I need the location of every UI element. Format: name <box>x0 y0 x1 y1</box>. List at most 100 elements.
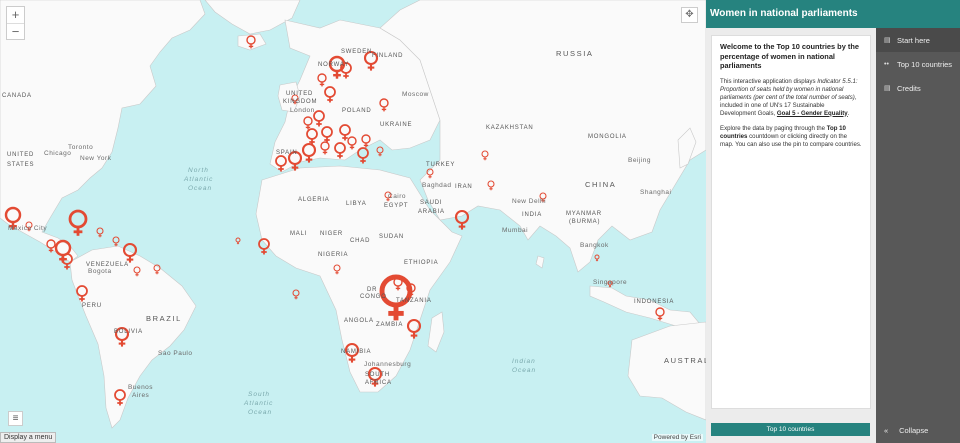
female-marker-icon[interactable] <box>96 227 104 238</box>
intro-card: Welcome to the Top 10 countries by the p… <box>711 35 871 409</box>
intro-paragraph-1: This interactive application displays In… <box>720 78 862 118</box>
label-moscow: Moscow <box>402 91 429 98</box>
label-indian-2: Ocean <box>512 367 537 374</box>
intro-paragraph-2: Explore the data by paging through the T… <box>720 125 862 149</box>
nav-item-start-here[interactable]: ▤ Start here <box>876 28 960 52</box>
label-india: INDIA <box>522 212 543 218</box>
land-greenland <box>204 0 301 35</box>
collapse-button[interactable]: « Collapse <box>884 426 928 435</box>
label-newdelhi: New Delhi <box>512 198 547 205</box>
label-angola: ANGOLA <box>344 318 374 324</box>
female-marker-icon[interactable] <box>68 209 88 236</box>
label-indian-1: Indian <box>512 358 536 365</box>
female-marker-icon[interactable] <box>594 254 600 262</box>
label-london: London <box>290 107 315 114</box>
land-madagascar <box>427 311 445 353</box>
label-libya: LIBYA <box>346 201 367 207</box>
menu-button[interactable]: ≡ <box>8 411 23 426</box>
intro-heading: Welcome to the Top 10 countries by the p… <box>720 42 859 70</box>
label-satl-3: Ocean <box>248 409 273 416</box>
label-drc-1: DR <box>367 287 378 293</box>
label-zambia: ZAMBIA <box>376 322 404 328</box>
label-poland: POLAND <box>342 108 372 114</box>
top10-button[interactable]: Top 10 countries <box>711 423 870 436</box>
label-drc-2: CONGO <box>360 294 387 300</box>
label-johannesburg: Johannesburg <box>364 361 412 368</box>
zoom-out-button[interactable]: − <box>7 23 24 39</box>
label-shanghai: Shanghai <box>640 189 672 196</box>
nav-item-credits[interactable]: ▤ Credits <box>876 76 960 100</box>
label-uk-1: UNITED <box>286 91 314 97</box>
label-saopaulo: Sao Paulo <box>158 350 193 357</box>
book-icon: ▤ <box>884 37 891 44</box>
app-header: Women in national parliaments <box>706 0 960 28</box>
female-marker-icon[interactable] <box>112 236 120 247</box>
label-mumbai: Mumbai <box>502 227 529 234</box>
label-cairo: Cairo <box>388 193 407 200</box>
label-bangkok: Bangkok <box>580 242 609 249</box>
label-toronto: Toronto <box>68 144 94 151</box>
menu-tooltip: Display a menu <box>0 432 57 443</box>
female-marker-icon[interactable] <box>292 289 300 300</box>
label-myanmar-2: (BURMA) <box>569 219 601 225</box>
female-marker-icon[interactable] <box>357 147 369 164</box>
content-panel: Welcome to the Top 10 countries by the p… <box>706 28 876 443</box>
label-us-1: UNITED <box>7 152 35 158</box>
label-canada: CANADA <box>2 93 32 99</box>
label-us-2: STATES <box>7 162 35 168</box>
label-iran: IRAN <box>455 184 473 190</box>
label-australia: AUSTRALIA <box>664 356 706 365</box>
label-mongolia: MONGOLIA <box>588 134 627 140</box>
label-namibia: NAMIBIA <box>341 349 372 355</box>
label-ethiopia: ETHIOPIA <box>404 260 439 266</box>
locate-button[interactable]: ✥ <box>681 7 698 23</box>
nav-item-top10[interactable]: •• Top 10 countries <box>876 52 960 76</box>
label-ukraine: UKRAINE <box>380 122 413 128</box>
label-southafrica-1: SOUTH <box>365 372 390 378</box>
female-marker-icon[interactable] <box>235 237 241 245</box>
p2-text: Explore the data by paging through the <box>720 124 827 132</box>
label-saudi-2: ARABIA <box>418 209 445 215</box>
collapse-label: Collapse <box>899 426 929 435</box>
side-nav: ▤ Start here •• Top 10 countries ▤ Credi… <box>876 28 960 443</box>
zoom-in-button[interactable]: + <box>7 7 24 23</box>
dots-icon: •• <box>884 60 889 68</box>
label-myanmar-1: MYANMAR <box>566 211 602 217</box>
label-beijing: Beijing <box>628 157 652 164</box>
label-saudi-1: SAUDI <box>420 200 443 206</box>
label-natl-1: North <box>188 167 209 174</box>
label-singapore: Singapore <box>593 279 628 286</box>
book-icon: ▤ <box>884 85 891 92</box>
hamburger-icon: ≡ <box>12 413 19 424</box>
label-indonesia: INDONESIA <box>634 299 675 305</box>
label-chad: CHAD <box>350 238 371 244</box>
label-peru: PERU <box>82 303 102 309</box>
nav-item-label: Top 10 countries <box>897 59 953 69</box>
label-tanzania: TANZANIA <box>396 298 432 304</box>
goal5-link[interactable]: Goal 5 - Gender Equality <box>777 110 848 117</box>
label-natl-2: Atlantic <box>184 176 214 183</box>
p1-end: . <box>847 109 850 117</box>
label-buenos-1: Buenos <box>128 384 154 391</box>
label-algeria: ALGERIA <box>298 197 330 203</box>
label-brazil: BRAZIL <box>146 314 182 323</box>
female-marker-icon[interactable] <box>376 146 384 157</box>
map-view[interactable]: CANADA UNITED STATES Chicago Toronto New… <box>0 0 706 443</box>
label-bolivia: BOLIVIA <box>114 329 143 335</box>
label-southafrica-2: AFRICA <box>365 380 392 386</box>
app: CANADA UNITED STATES Chicago Toronto New… <box>0 0 960 443</box>
label-turkey: TURKEY <box>426 162 456 168</box>
label-china: CHINA <box>585 180 617 189</box>
label-kazakhstan: KAZAKHSTAN <box>486 125 534 131</box>
nav-item-label: Start here <box>897 35 930 45</box>
label-mexico: Mexico City <box>8 225 48 232</box>
label-mali: MALI <box>290 231 308 237</box>
crosshair-icon: ✥ <box>685 9 694 20</box>
label-baghdad: Baghdad <box>422 182 452 189</box>
label-satl-1: South <box>248 391 270 398</box>
label-finland: FINLAND <box>372 53 404 59</box>
label-egypt: EGYPT <box>384 203 409 209</box>
label-newyork: New York <box>80 155 112 162</box>
label-spain: SPAIN <box>276 150 298 156</box>
attribution: Powered by Esri <box>651 434 703 441</box>
